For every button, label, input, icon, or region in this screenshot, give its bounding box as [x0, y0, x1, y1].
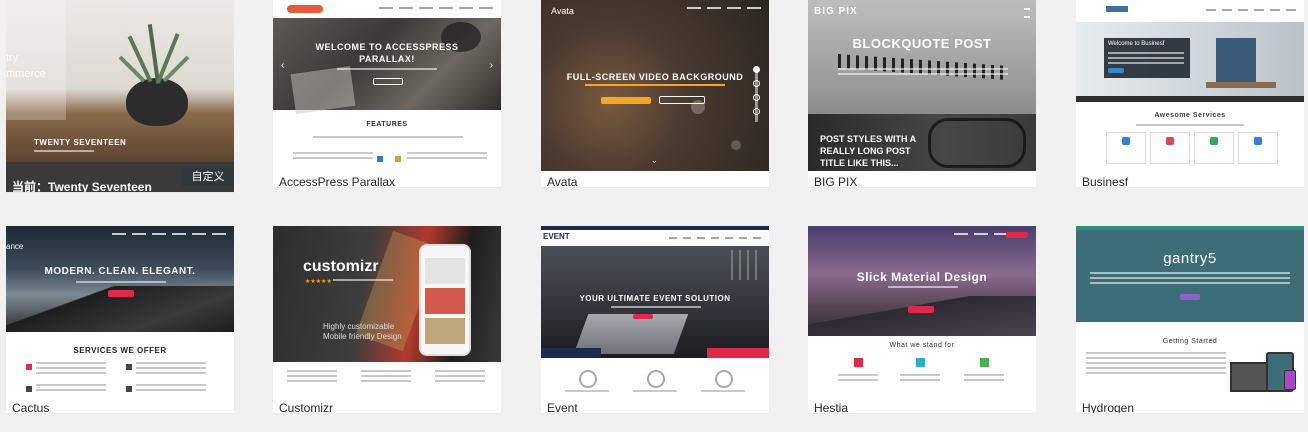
scroll-down-icon: ⌄ [651, 156, 658, 165]
hero-title: Slick Material Design [856, 270, 988, 284]
theme-card-avata[interactable]: Avata FULL-SCREEN VIDEO BACKGROUND ⌄ Ava… [541, 0, 769, 187]
theme-card-event[interactable]: EVENT YOUR ULTIMATE EVENT SOLUTION Event [541, 226, 769, 413]
hero-title: BLOCKQUOTE POST [852, 36, 992, 51]
theme-screenshot[interactable]: Avata FULL-SCREEN VIDEO BACKGROUND ⌄ [541, 0, 769, 171]
theme-name: Businesf [1082, 175, 1129, 187]
theme-name: Hestia [814, 401, 849, 413]
theme-name: Customizr [279, 401, 334, 413]
section-dots [753, 66, 760, 122]
hero-title: FULL-SCREEN VIDEO BACKGROUND [566, 72, 744, 82]
theme-card-businesf[interactable]: Welcome to Businesf Awesome Services Bus… [1076, 0, 1304, 187]
shot-logo: gantry5 [1163, 250, 1217, 267]
phone-mockup [419, 244, 471, 356]
theme-screenshot[interactable]: BIG PIX BLOCKQUOTE POST POST STYLES WITH… [808, 0, 1036, 171]
feature-icon [647, 370, 665, 388]
theme-name: Hydrogen [1082, 401, 1135, 413]
post-title-line2: REALLY LONG POST [820, 146, 911, 156]
shot-logo: customizr [303, 258, 379, 275]
hero-button-primary [601, 97, 651, 104]
theme-name: Avata [547, 175, 578, 187]
feature-icon [854, 358, 863, 367]
service-icon [126, 364, 132, 370]
hero-title: MODERN. CLEAN. ELEGANT. [44, 266, 196, 277]
feature-icon [377, 156, 383, 162]
section-heading: What we stand for [889, 342, 955, 349]
logo-mark [1106, 6, 1128, 12]
section-title: FEATURES [366, 121, 408, 128]
hero-title-line1: WELCOME TO ACCESSPRESS [315, 42, 459, 52]
hero-button [108, 290, 134, 297]
theme-screenshot[interactable]: gantry5 Getting Started [1076, 226, 1304, 397]
theme-card-hydrogen[interactable]: gantry5 Getting Started Hydrogen [1076, 226, 1304, 413]
logo-mark [287, 5, 323, 13]
customize-button[interactable]: 自定义 [182, 168, 234, 186]
tagline-2: Mobile friendly Design [323, 332, 402, 341]
hero-cta [373, 78, 403, 85]
shot-site-title: TWENTY SEVENTEEN [34, 138, 127, 147]
rating-stars: ★★★★★ [305, 279, 332, 285]
hero-button-secondary [659, 96, 705, 104]
site-logo: BIG PIX [814, 6, 858, 17]
theme-card-hestia[interactable]: Slick Material Design What we stand for … [808, 226, 1036, 413]
site-logo: Avata [551, 6, 574, 16]
theme-screenshot[interactable]: customizr ★★★★★ Highly customizable Mobi… [273, 226, 501, 397]
shot-fragment-2: mmerce [6, 68, 46, 80]
feature-icon [715, 370, 733, 388]
service-box [1194, 132, 1234, 164]
service-box [1238, 132, 1278, 164]
theme-screenshot[interactable]: ance MODERN. CLEAN. ELEGANT. SERVICES WE… [6, 226, 234, 397]
shot-fragment-1: try [6, 52, 19, 64]
hero-button [908, 306, 934, 313]
theme-card-customizr[interactable]: customizr ★★★★★ Highly customizable Mobi… [273, 226, 501, 413]
theme-screenshot[interactable]: Welcome to Businesf Awesome Services [1076, 0, 1304, 171]
theme-card-bigpix[interactable]: BIG PIX BLOCKQUOTE POST POST STYLES WITH… [808, 0, 1036, 187]
post-title-line1: POST STYLES WITH A [820, 134, 917, 144]
feature-icon [916, 358, 925, 367]
service-box [1150, 132, 1190, 164]
nav-button [1006, 232, 1028, 238]
hero-button [1180, 294, 1200, 300]
section-heading: Getting Started [1162, 338, 1218, 345]
feature-icon [980, 358, 989, 367]
service-icon [126, 386, 132, 392]
theme-card-accesspress-parallax[interactable]: ‹ › WELCOME TO ACCESSPRESS PARALLAX! FEA… [273, 0, 501, 187]
feature-icon [395, 156, 401, 162]
service-box [1106, 132, 1146, 164]
services-heading: SERVICES WE OFFER [73, 346, 167, 355]
welcome-button [1108, 68, 1124, 73]
theme-name: AccessPress Parallax [279, 175, 396, 187]
theme-name: BIG PIX [814, 175, 858, 187]
theme-screenshot[interactable]: ‹ › WELCOME TO ACCESSPRESS PARALLAX! FEA… [273, 0, 501, 171]
hero-title: YOUR ULTIMATE EVENT SOLUTION [579, 294, 731, 303]
service-icon [26, 386, 32, 392]
theme-screenshot[interactable]: Slick Material Design What we stand for [808, 226, 1036, 397]
hero-button [633, 314, 653, 319]
service-icon [26, 364, 32, 370]
theme-name: Event [547, 401, 578, 413]
theme-screenshot[interactable]: try mmerce TWENTY SEVENTEEN [6, 0, 234, 162]
hero-title-line2: PARALLAX! [359, 54, 415, 64]
tagline-1: Highly customizable [323, 322, 395, 331]
theme-name: Cactus [12, 401, 50, 413]
welcome-heading: Welcome to Businesf [1108, 41, 1165, 47]
services-heading: Awesome Services [1154, 112, 1226, 119]
theme-screenshot[interactable]: EVENT YOUR ULTIMATE EVENT SOLUTION [541, 226, 769, 397]
theme-card-twentyseventeen[interactable]: try mmerce TWENTY SEVENTEEN 当前：Twenty Se… [6, 0, 234, 192]
feature-icon [579, 370, 597, 388]
menu-icon [1024, 8, 1030, 18]
post-title-line3: TITLE LIKE THIS... [820, 158, 899, 168]
theme-card-cactus[interactable]: ance MODERN. CLEAN. ELEGANT. SERVICES WE… [6, 226, 234, 413]
shot-fragment: ance [6, 242, 24, 251]
site-logo: EVENT [543, 232, 570, 241]
